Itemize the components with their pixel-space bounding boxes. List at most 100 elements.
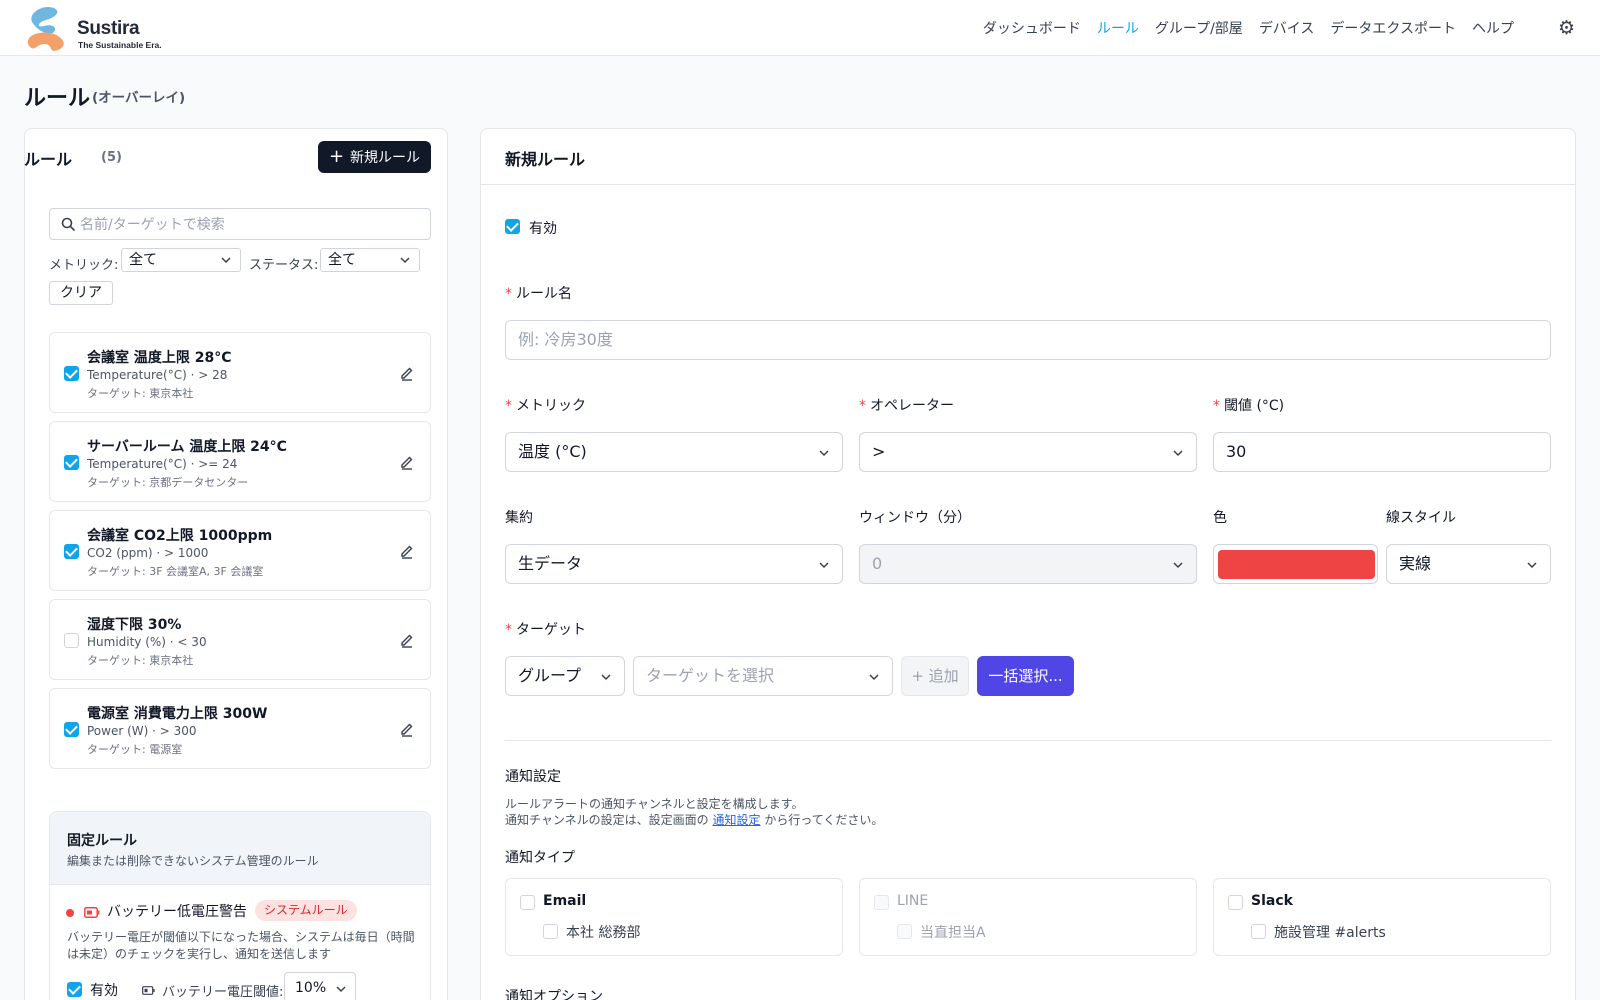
- search-icon: [61, 217, 75, 231]
- plus-icon: +: [328, 146, 345, 167]
- threshold-label: * 閾値 (°C): [1213, 395, 1284, 415]
- channel-name: Slack: [1251, 893, 1293, 909]
- edit-pencil-icon[interactable]: [399, 721, 415, 737]
- required-marker: *: [859, 398, 866, 414]
- edit-pencil-icon[interactable]: [399, 365, 415, 381]
- metric-select-value: 温度 (°C): [518, 442, 587, 461]
- notification-desc-line2: 通知チャンネルの設定は、設定画面の 通知設定 から行ってください。: [505, 812, 883, 828]
- rule-meta: Temperature(°C) · >= 24: [87, 457, 238, 471]
- rule-card[interactable]: 会議室 温度上限 28°C Temperature(°C) · > 28 ターゲ…: [49, 332, 431, 413]
- brand-logo[interactable]: Sustira The Sustainable Era.: [24, 4, 174, 54]
- aggregation-label: 集約: [505, 510, 533, 526]
- brand-tagline: The Sustainable Era.: [78, 40, 162, 50]
- color-picker[interactable]: [1213, 544, 1378, 584]
- target-type-select[interactable]: グループ: [505, 656, 625, 696]
- window-label: ウィンドウ（分）: [859, 510, 971, 526]
- target-select[interactable]: ターゲットを選択: [633, 656, 893, 696]
- target-type-value: グループ: [518, 666, 582, 685]
- window-select-value: 0: [872, 554, 883, 573]
- metric-label-text: メトリック: [516, 398, 586, 414]
- aggregation-select[interactable]: 生データ: [505, 544, 843, 584]
- status-filter-label: ステータス:: [249, 258, 319, 273]
- required-marker: *: [505, 398, 512, 414]
- operator-label: * オペレーター: [859, 395, 954, 415]
- rule-target: ターゲット: 東京本社: [87, 654, 194, 667]
- settings-gear-icon[interactable]: ⚙: [1558, 18, 1578, 38]
- channel-recipient-checkbox[interactable]: [543, 924, 558, 939]
- channel-card-slack[interactable]: Slack 施設管理 #alerts: [1213, 878, 1551, 956]
- rule-form-title: 新規ルール: [505, 150, 586, 169]
- channel-line-checkbox[interactable]: [874, 895, 889, 910]
- notification-settings-link[interactable]: 通知設定: [712, 813, 760, 827]
- edit-pencil-icon[interactable]: [399, 632, 415, 648]
- rule-enabled-label: 有効: [529, 221, 557, 237]
- nav-devices[interactable]: デバイス: [1259, 18, 1315, 38]
- rule-enabled-checkbox[interactable]: [64, 544, 79, 559]
- aggregation-select-value: 生データ: [518, 554, 583, 573]
- channel-recipient: 本社 総務部: [566, 925, 641, 941]
- rule-search[interactable]: [49, 208, 431, 240]
- line-style-select[interactable]: 実線: [1386, 544, 1551, 584]
- rule-enabled-checkbox[interactable]: [505, 219, 520, 234]
- edit-pencil-icon[interactable]: [399, 454, 415, 470]
- nav-groups-rooms[interactable]: グループ/部屋: [1155, 18, 1243, 38]
- channel-email-checkbox[interactable]: [520, 895, 535, 910]
- notification-desc-line1: ルールアラートの通知チャンネルと設定を構成します。: [505, 797, 804, 811]
- nav-rules[interactable]: ルール: [1097, 18, 1139, 38]
- edit-pencil-icon[interactable]: [399, 543, 415, 559]
- nav-data-export[interactable]: データエクスポート: [1330, 18, 1456, 38]
- rule-target: ターゲット: 京都データセンター: [87, 476, 249, 489]
- rule-enabled-checkbox[interactable]: [64, 633, 79, 648]
- channel-recipient: 施設管理 #alerts: [1274, 925, 1386, 941]
- bulk-select-button[interactable]: 一括選択...: [977, 656, 1074, 696]
- rule-name: 会議室 CO2上限 1000ppm: [87, 528, 273, 544]
- status-filter-select[interactable]: 全て: [320, 248, 420, 272]
- rule-enabled-checkbox[interactable]: [64, 455, 79, 470]
- rule-enabled-checkbox[interactable]: [64, 722, 79, 737]
- channel-slack-checkbox[interactable]: [1228, 895, 1243, 910]
- notification-settings-description: ルールアラートの通知チャンネルと設定を構成します。 通知チャンネルの設定は、設定…: [505, 796, 883, 828]
- channel-recipient-checkbox[interactable]: [897, 924, 912, 939]
- nav-help[interactable]: ヘルプ: [1472, 18, 1514, 38]
- new-rule-button[interactable]: + 新規ルール: [318, 141, 431, 173]
- battery-low-icon: [84, 907, 100, 918]
- notification-desc-post: から行ってください。: [764, 813, 884, 827]
- operator-select[interactable]: >: [859, 432, 1197, 472]
- threshold-input[interactable]: 30: [1213, 432, 1551, 472]
- nav-dashboard[interactable]: ダッシュボード: [983, 18, 1081, 38]
- rule-target: ターゲット: 電源室: [87, 743, 183, 756]
- operator-select-value: >: [872, 442, 886, 461]
- rule-target: ターゲット: 東京本社: [87, 387, 194, 400]
- rule-card[interactable]: 会議室 CO2上限 1000ppm CO2 (ppm) · > 1000 ターゲ…: [49, 510, 431, 591]
- chevron-down-icon: [601, 674, 611, 681]
- status-dot-icon: [66, 909, 74, 917]
- rule-search-input[interactable]: [80, 214, 420, 236]
- channel-card-line[interactable]: LINE 当直担当A: [859, 878, 1197, 956]
- rules-count: (5): [101, 150, 122, 165]
- clear-filters-button[interactable]: クリア: [49, 281, 113, 305]
- metric-select[interactable]: 温度 (°C): [505, 432, 843, 472]
- channel-recipient-checkbox[interactable]: [1251, 924, 1266, 939]
- window-select[interactable]: 0: [859, 544, 1197, 584]
- rule-name-input[interactable]: 例: 冷房30度: [505, 320, 1551, 360]
- target-select-placeholder: ターゲットを選択: [646, 666, 775, 685]
- rule-enabled-checkbox[interactable]: [64, 366, 79, 381]
- notification-settings-title: 通知設定: [505, 769, 561, 785]
- brand-name: Sustira: [77, 18, 140, 39]
- brand-logo-icon: [27, 6, 64, 51]
- line-style-label: 線スタイル: [1386, 510, 1456, 526]
- channel-card-email[interactable]: Email 本社 総務部: [505, 878, 843, 956]
- rule-meta: CO2 (ppm) · > 1000: [87, 546, 209, 560]
- fixed-rule-enabled-checkbox[interactable]: [67, 982, 82, 997]
- battery-threshold-label: バッテリー電圧閾値:: [162, 985, 284, 1000]
- system-rule-badge: システムルール: [255, 900, 357, 921]
- rule-card[interactable]: 湿度下限 30% Humidity (%) · < 30 ターゲット: 東京本社: [49, 599, 431, 680]
- page-subtitle: (オーバーレイ): [92, 90, 186, 106]
- metric-filter-select[interactable]: 全て: [121, 248, 241, 272]
- battery-threshold-select[interactable]: 10%: [284, 972, 356, 1000]
- rule-card[interactable]: 電源室 消費電力上限 300W Power (W) · > 300 ターゲット:…: [49, 688, 431, 769]
- line-style-select-value: 実線: [1399, 554, 1432, 573]
- rule-card[interactable]: サーバールーム 温度上限 24°C Temperature(°C) · >= 2…: [49, 421, 431, 502]
- battery-icon: [142, 986, 155, 995]
- add-target-button[interactable]: + 追加: [901, 656, 969, 696]
